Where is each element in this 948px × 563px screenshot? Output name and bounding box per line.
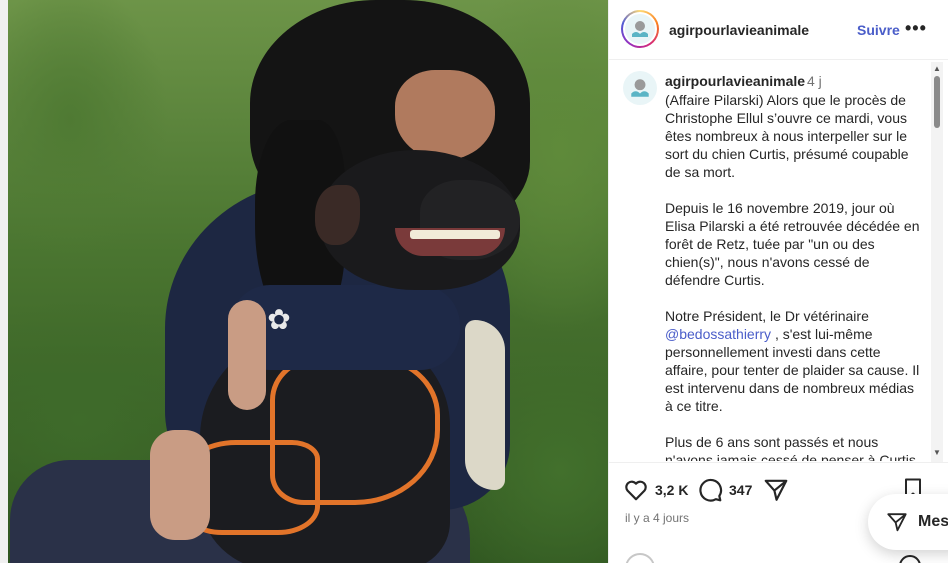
post-date[interactable]: il y a 4 jours — [625, 511, 689, 525]
paper-plane-icon — [887, 513, 907, 532]
paper-plane-icon — [764, 479, 788, 501]
scrollbar-thumb[interactable] — [934, 76, 940, 128]
photo-face — [395, 70, 495, 160]
share-button[interactable] — [763, 477, 789, 503]
messages-button[interactable]: Mes — [868, 494, 948, 550]
like-button[interactable]: 3,2 K — [623, 477, 688, 503]
follow-button[interactable]: Suivre — [857, 22, 900, 38]
heart-icon — [625, 480, 647, 501]
like-count[interactable]: 3,2 K — [655, 482, 688, 498]
caption-text-segment: Notre Président, le Dr vétérinaire — [665, 308, 869, 324]
caption-paragraph: (Affaire Pilarski) Alors que le procès d… — [665, 92, 909, 180]
caption-paragraph: Plus de 6 ans sont passés et nous n'avon… — [665, 434, 920, 461]
comment-bubble-icon — [699, 478, 723, 502]
photo-left-border — [0, 0, 8, 563]
scroll-down-arrow-icon[interactable]: ▼ — [933, 448, 941, 457]
comment-count[interactable]: 347 — [729, 482, 752, 498]
post-photo[interactable]: ✿ — [0, 0, 608, 563]
photo-vest — [465, 320, 505, 490]
caption-paragraph: Notre Président, le Dr vétérinaire @bedo… — [665, 307, 920, 415]
caption-avatar[interactable] — [623, 71, 657, 105]
photo-dog-ear — [315, 185, 360, 245]
hands-logo-icon — [632, 21, 648, 37]
comment-button[interactable]: 347 — [697, 477, 752, 503]
viewer-avatar — [625, 553, 655, 563]
caption-username[interactable]: agirpourlavieanimale — [665, 73, 805, 89]
caption-scroll-area[interactable]: agirpourlavieanimale 4 j (Affaire Pilars… — [609, 61, 931, 461]
caption-timestamp[interactable]: 4 j — [807, 73, 822, 89]
post-side-panel: agirpourlavieanimale Suivre ••• agirpour… — [608, 0, 948, 563]
caption-paragraph: Depuis le 16 novembre 2019, jour où Elis… — [665, 200, 920, 288]
caption-scrollbar[interactable]: ▲ ▼ — [931, 62, 943, 462]
photo-hand — [228, 300, 266, 410]
photo-second-hand — [150, 430, 210, 540]
more-options-icon[interactable]: ••• — [905, 18, 927, 39]
hands-logo-icon — [631, 79, 649, 97]
photo-dog-teeth — [410, 230, 500, 239]
account-username[interactable]: agirpourlavieanimale — [669, 22, 809, 38]
messages-label[interactable]: Mes — [918, 513, 948, 531]
mention-link[interactable]: @bedossathierry — [665, 326, 771, 342]
caption-text: (Affaire Pilarski) Alors que le procès d… — [665, 91, 920, 461]
post-header: agirpourlavieanimale Suivre ••• — [609, 0, 948, 60]
account-avatar[interactable] — [621, 10, 659, 48]
paw-logo-icon: ✿ — [267, 304, 291, 335]
scroll-up-arrow-icon[interactable]: ▲ — [933, 64, 941, 73]
emoji-icon[interactable] — [899, 555, 921, 563]
